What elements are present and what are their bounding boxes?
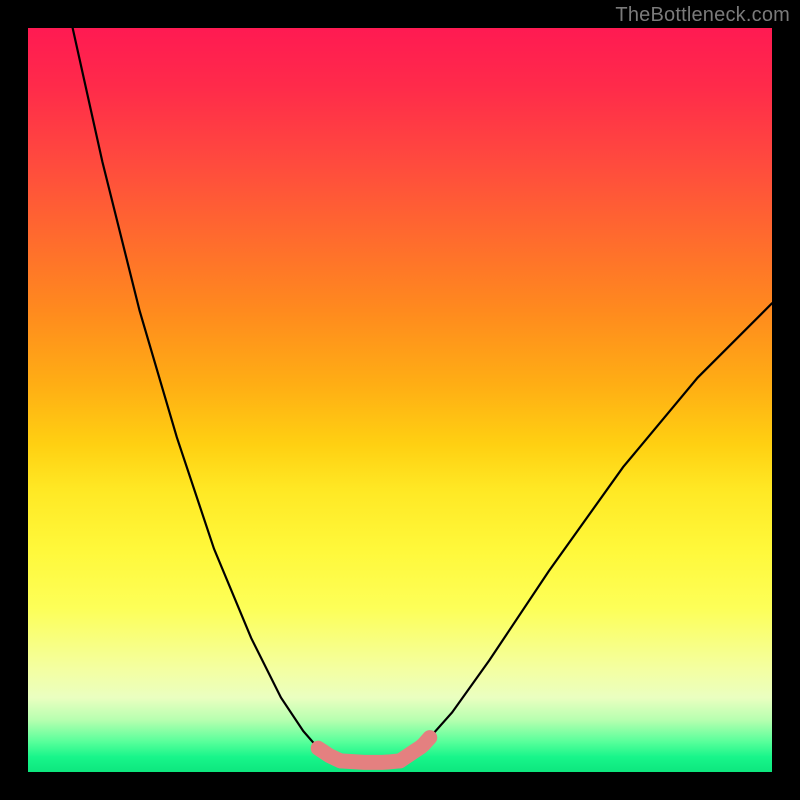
curve-layer xyxy=(28,28,772,772)
highlight-bottom xyxy=(340,761,400,762)
plot-area xyxy=(28,28,772,772)
highlight-right xyxy=(400,738,430,761)
watermark-text: TheBottleneck.com xyxy=(615,4,790,27)
chart-frame: TheBottleneck.com xyxy=(0,0,800,800)
curve-right xyxy=(400,303,772,761)
curve-left xyxy=(73,28,341,761)
